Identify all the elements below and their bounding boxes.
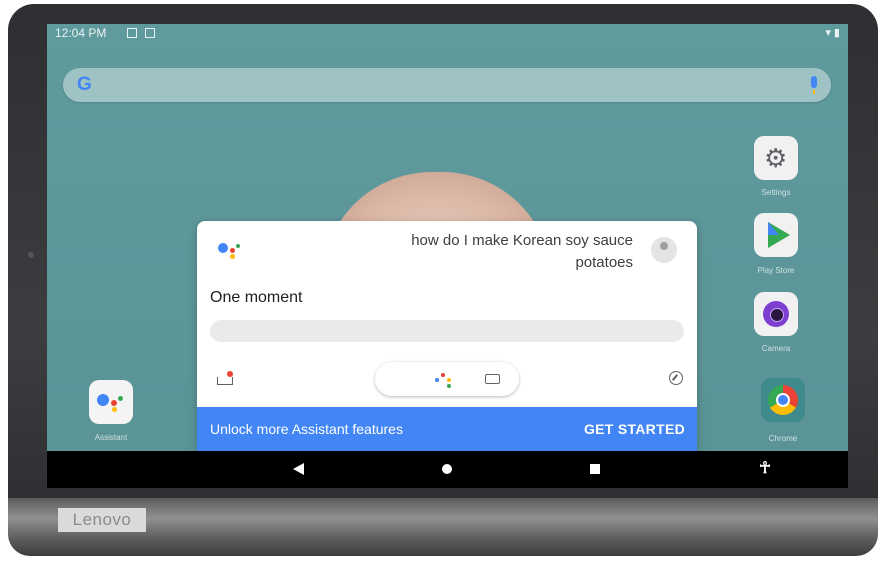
app-label-assistant: Assistant [94,433,128,442]
assistant-icon [97,392,127,412]
settings-icon: ⚙ [764,143,788,173]
promo-text: Unlock more Assistant features [210,421,403,437]
google-logo-icon: G [77,74,92,95]
app-label-chrome: Chrome [768,434,798,443]
user-avatar-icon[interactable] [651,237,677,263]
chrome-icon [768,385,798,415]
notification-icon-2 [145,28,155,38]
assistant-input-pill[interactable] [375,362,519,396]
home-icon[interactable] [442,464,452,474]
promo-banner[interactable]: Unlock more Assistant features GET START… [197,407,697,451]
app-label-camera: Camera [761,344,791,353]
camera-icon [763,301,789,327]
app-label-settings: Settings [761,188,791,197]
status-time: 12:04 PM [55,26,107,40]
assistant-panel: how do I make Korean soy sauce potatoes … [197,221,697,451]
app-label-play-store: Play Store [757,266,795,275]
wifi-battery-icon: ▾ ▮ [825,27,840,39]
notification-icon [127,28,137,38]
assistant-app-icon[interactable] [89,380,133,424]
accessibility-icon[interactable]: ☥ [759,459,771,479]
updates-icon[interactable] [217,371,235,385]
assistant-status-text: One moment [210,289,303,306]
explore-compass-icon[interactable] [669,371,683,385]
camera-app-icon[interactable] [754,292,798,336]
play-store-icon [768,222,790,248]
get-started-button[interactable]: GET STARTED [584,421,685,437]
mic-icon[interactable] [811,76,817,94]
back-icon[interactable] [293,463,304,475]
assistant-dots-icon[interactable] [435,372,455,388]
assistant-logo-icon [218,239,246,261]
navigation-bar: ☥ [47,451,848,488]
play-store-app-icon[interactable] [754,213,798,257]
loading-placeholder [210,320,684,342]
google-search-bar[interactable]: G [63,68,831,102]
chrome-app-icon[interactable] [761,378,805,422]
user-query: how do I make Korean soy sauce potatoes [411,232,633,271]
screen: 12:04 PM ▾ ▮ G ⚙ Settings Play Store Cam… [47,24,848,488]
front-camera [28,252,34,258]
settings-app-icon[interactable]: ⚙ [754,136,798,180]
recent-apps-icon[interactable] [590,464,600,474]
keyboard-icon[interactable] [485,374,500,384]
brand-logo: Lenovo [58,508,146,532]
status-bar: 12:04 PM ▾ ▮ [47,24,848,42]
